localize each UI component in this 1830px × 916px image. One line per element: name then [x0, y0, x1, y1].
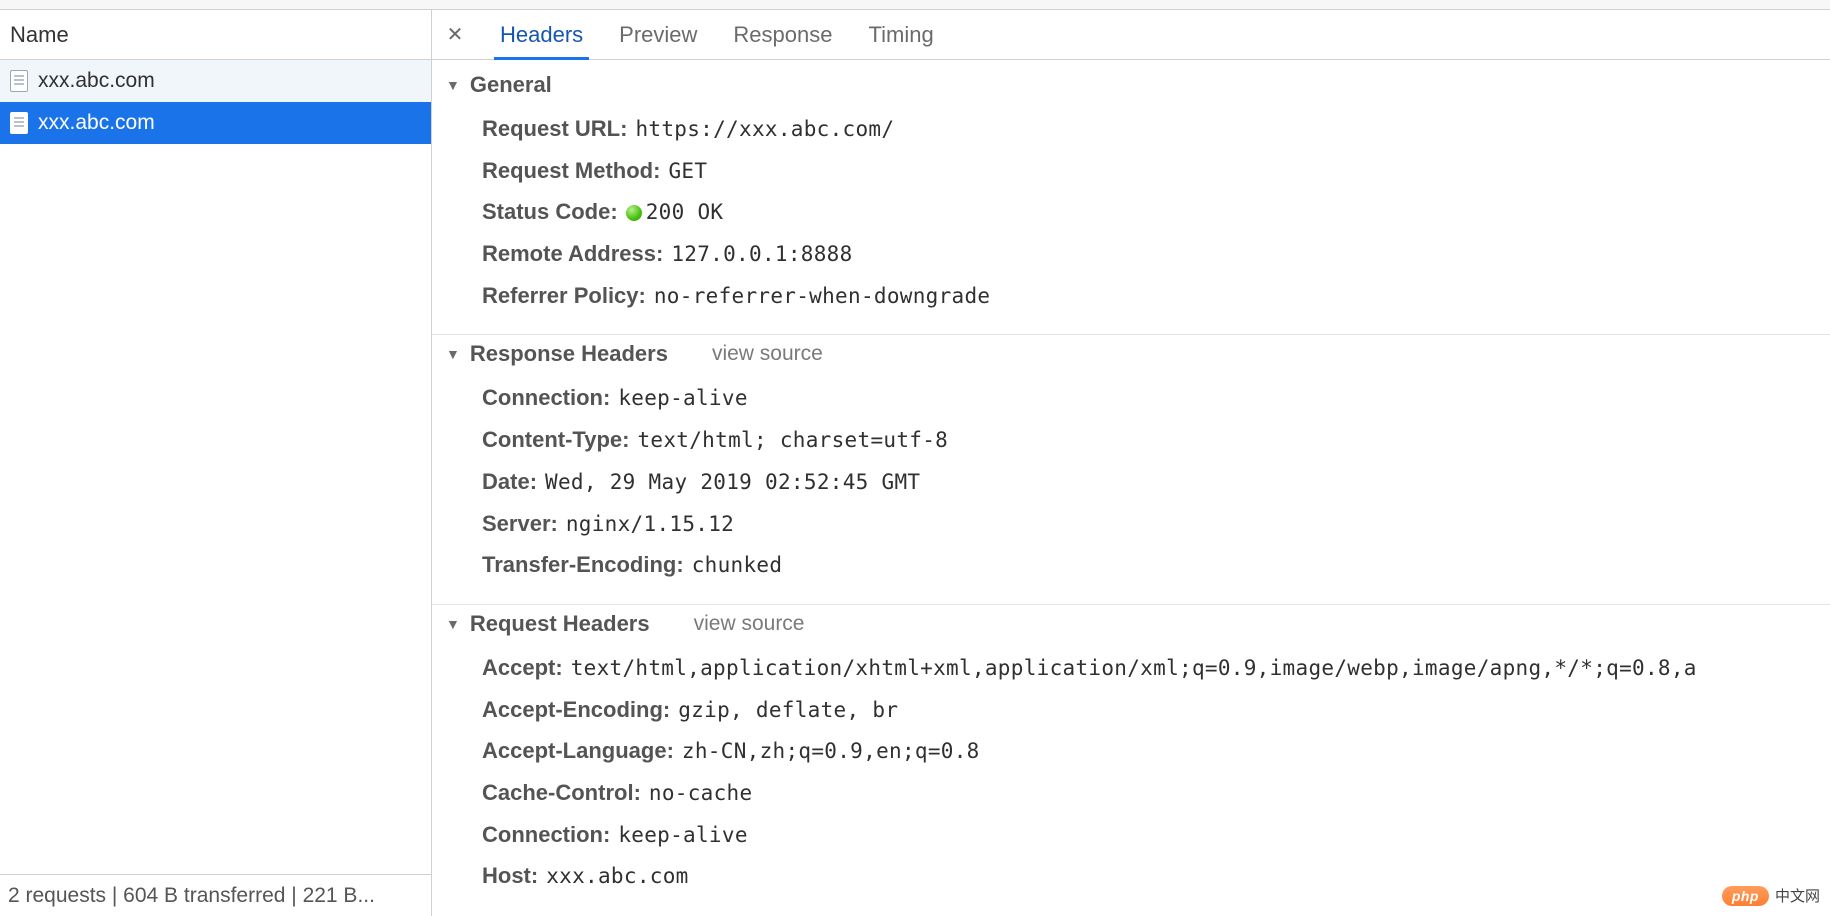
- kv-value: chunked: [692, 553, 783, 577]
- kv-row: Connection keep-alive: [482, 814, 1830, 856]
- kv-key: Transfer-Encoding: [482, 552, 684, 577]
- response-headers-block: Connection keep-alive Content-Type text/ht…: [432, 373, 1830, 604]
- kv-value: 127.0.0.1:8888: [671, 242, 852, 266]
- kv-row: Remote Address 127.0.0.1:8888: [482, 233, 1830, 275]
- kv-value: keep-alive: [618, 386, 747, 410]
- tab-timing[interactable]: Timing: [862, 10, 939, 59]
- request-list-pane: Name xxx.abc.com xxx.abc.com 2 requests …: [0, 10, 432, 916]
- watermark-badge: php: [1722, 886, 1769, 906]
- request-row[interactable]: xxx.abc.com: [0, 60, 431, 102]
- section-toggle-general[interactable]: ▼ General: [432, 66, 1830, 104]
- toolbar-edge: [0, 0, 1830, 10]
- summary-text: 2 requests | 604 B transferred | 221 B..…: [8, 884, 375, 908]
- kv-value: zh-CN,zh;q=0.9,en;q=0.8: [682, 739, 980, 763]
- document-icon: [10, 70, 28, 92]
- view-source-link[interactable]: view source: [694, 612, 805, 636]
- request-summary: 2 requests | 604 B transferred | 221 B..…: [0, 874, 431, 916]
- kv-row: Accept-Language zh-CN,zh;q=0.9,en;q=0.8: [482, 730, 1830, 772]
- kv-row: Host xxx.abc.com: [482, 855, 1830, 897]
- section-title: Response Headers: [470, 341, 668, 367]
- request-name: xxx.abc.com: [38, 69, 155, 93]
- kv-value: 200 OK: [626, 200, 724, 224]
- kv-value: gzip, deflate, br: [678, 698, 898, 722]
- tab-headers[interactable]: Headers: [494, 10, 589, 59]
- section-title: Request Headers: [470, 611, 650, 637]
- general-block: Request URL https://xxx.abc.com/ Request …: [432, 104, 1830, 335]
- kv-row: Status Code 200 OK: [482, 191, 1830, 233]
- tab-preview[interactable]: Preview: [613, 10, 703, 59]
- kv-value: no-cache: [649, 781, 753, 805]
- kv-key: Cache-Control: [482, 780, 641, 805]
- kv-key: Referrer Policy: [482, 283, 646, 308]
- kv-key: Host: [482, 863, 538, 888]
- kv-row: Accept-Encoding gzip, deflate, br: [482, 689, 1830, 731]
- kv-value: GET: [668, 159, 707, 183]
- kv-key: Connection: [482, 822, 610, 847]
- kv-key: Connection: [482, 385, 610, 410]
- kv-value: nginx/1.15.12: [566, 512, 734, 536]
- request-list: xxx.abc.com xxx.abc.com: [0, 60, 431, 874]
- chevron-down-icon: ▼: [446, 616, 460, 632]
- watermark: php 中文网: [1722, 885, 1820, 906]
- request-row[interactable]: xxx.abc.com: [0, 102, 431, 144]
- request-list-header[interactable]: Name: [0, 10, 431, 60]
- kv-row: Server nginx/1.15.12: [482, 503, 1830, 545]
- kv-value: Wed, 29 May 2019 02:52:45 GMT: [545, 470, 920, 494]
- chevron-down-icon: ▼: [446, 346, 460, 362]
- network-panel: Name xxx.abc.com xxx.abc.com 2 requests …: [0, 10, 1830, 916]
- kv-row: Connection keep-alive: [482, 377, 1830, 419]
- kv-key: Date: [482, 469, 537, 494]
- detail-tabs: ✕ Headers Preview Response Timing: [432, 10, 1830, 60]
- kv-row: Content-Type text/html; charset=utf-8: [482, 419, 1830, 461]
- document-icon: [10, 112, 28, 134]
- kv-key: Content-Type: [482, 427, 629, 452]
- view-source-link[interactable]: view source: [712, 342, 823, 366]
- kv-value: text/html,application/xhtml+xml,applicat…: [571, 656, 1697, 680]
- kv-key: Server: [482, 511, 558, 536]
- request-details-pane: ✕ Headers Preview Response Timing ▼ Gene…: [432, 10, 1830, 916]
- chevron-down-icon: ▼: [446, 77, 460, 93]
- kv-key: Request URL: [482, 116, 627, 141]
- status-dot-icon: [626, 205, 642, 221]
- kv-key: Request Method: [482, 158, 660, 183]
- kv-value: keep-alive: [618, 823, 747, 847]
- kv-key: Accept-Encoding: [482, 697, 670, 722]
- kv-row: Request Method GET: [482, 150, 1830, 192]
- kv-key: Remote Address: [482, 241, 663, 266]
- section-toggle-request-headers[interactable]: ▼ Request Headers view source: [432, 605, 1830, 643]
- kv-row: Transfer-Encoding chunked: [482, 544, 1830, 586]
- kv-value: xxx.abc.com: [546, 864, 688, 888]
- kv-row: Request URL https://xxx.abc.com/: [482, 108, 1830, 150]
- kv-row: Referrer Policy no-referrer-when-downgrad…: [482, 275, 1830, 317]
- kv-row: Cache-Control no-cache: [482, 772, 1830, 814]
- kv-key: Status Code: [482, 199, 618, 224]
- headers-view: ▼ General Request URL https://xxx.abc.com…: [432, 60, 1830, 916]
- close-icon[interactable]: ✕: [440, 10, 470, 59]
- kv-value: no-referrer-when-downgrade: [654, 284, 991, 308]
- kv-row: Accept text/html,application/xhtml+xml,ap…: [482, 647, 1830, 689]
- section-title: General: [470, 72, 552, 98]
- request-headers-block: Accept text/html,application/xhtml+xml,ap…: [432, 643, 1830, 915]
- kv-row: Date Wed, 29 May 2019 02:52:45 GMT: [482, 461, 1830, 503]
- watermark-text: 中文网: [1775, 885, 1820, 906]
- request-name: xxx.abc.com: [38, 111, 155, 135]
- section-toggle-response-headers[interactable]: ▼ Response Headers view source: [432, 335, 1830, 373]
- kv-key: Accept: [482, 655, 563, 680]
- kv-value: https://xxx.abc.com/: [635, 117, 894, 141]
- column-name: Name: [10, 22, 69, 48]
- kv-key: Accept-Language: [482, 738, 674, 763]
- kv-value: text/html; charset=utf-8: [637, 428, 948, 452]
- tab-response[interactable]: Response: [727, 10, 838, 59]
